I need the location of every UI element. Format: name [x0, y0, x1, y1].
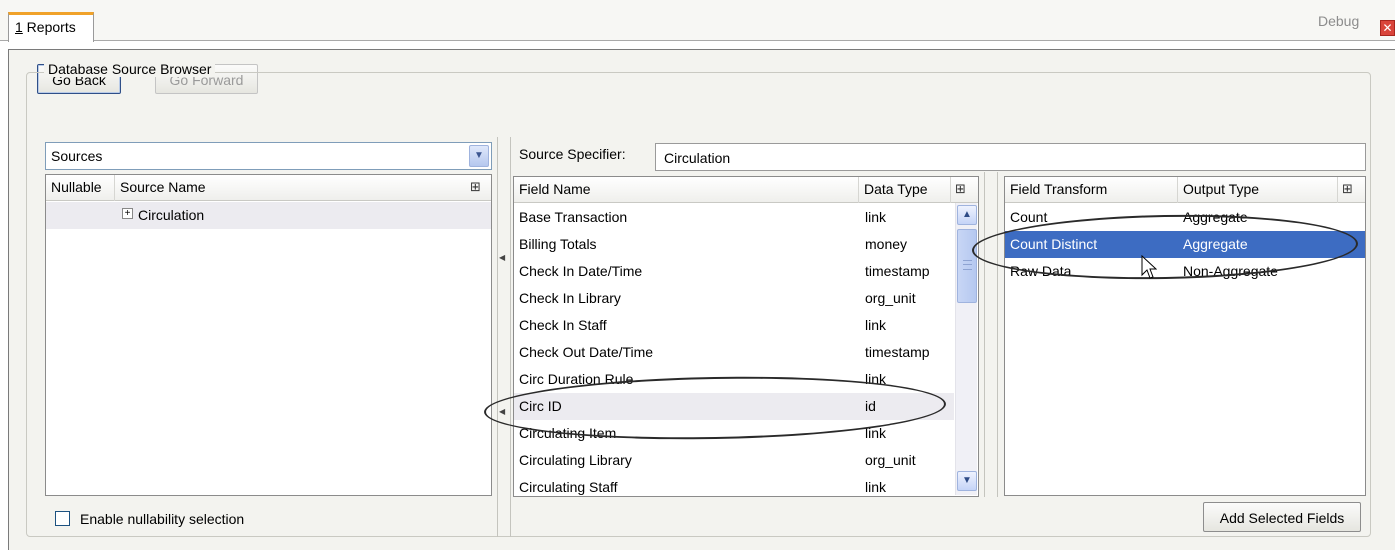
scroll-up-icon[interactable]: ▲	[957, 205, 977, 225]
tab-reports[interactable]: 1 Reports	[8, 12, 94, 42]
field-name-cell: Check In Staff	[519, 317, 607, 333]
splitter-right[interactable]	[984, 172, 998, 497]
column-field-transform[interactable]: Field Transform	[1005, 177, 1178, 203]
collapse-left-icon[interactable]: ◀	[499, 253, 505, 262]
field-name-cell: Check In Date/Time	[519, 263, 643, 279]
column-picker-icon[interactable]: ⊞	[1342, 181, 1353, 197]
field-name-cell: Circulating Staff	[519, 479, 618, 495]
data-type-cell: money	[865, 236, 908, 252]
sources-combo-value: Sources	[51, 148, 103, 164]
expand-plus-icon[interactable]: +	[122, 208, 133, 219]
field-row[interactable]: Check Out Date/Time timestamp	[514, 339, 954, 366]
field-name-cell: Circulating Library	[519, 452, 632, 468]
close-tab-icon[interactable]: ✕	[1380, 20, 1395, 36]
source-specifier-field[interactable]: Circulation	[655, 143, 1366, 171]
source-tree: Nullable Source Name ⊞ + Circulation	[45, 174, 492, 496]
field-row[interactable]: Check In Date/Time timestamp	[514, 258, 954, 285]
field-list-header: Field Name Data Type ⊞	[514, 177, 978, 203]
field-row[interactable]: Check In Staff link	[514, 312, 954, 339]
source-specifier-label: Source Specifier:	[519, 146, 626, 162]
field-row[interactable]: Circulating Staff link	[514, 474, 954, 496]
field-name-cell: Base Transaction	[519, 209, 628, 225]
tab-label: Reports	[22, 19, 76, 35]
column-output-type[interactable]: Output Type	[1178, 177, 1338, 203]
source-tree-header: Nullable Source Name ⊞	[46, 175, 491, 201]
add-selected-fields-button[interactable]: Add Selected Fields	[1203, 502, 1361, 532]
data-type-cell: org_unit	[865, 290, 916, 306]
debug-link[interactable]: Debug	[1318, 13, 1359, 29]
field-list: Field Name Data Type ⊞ Base Transaction l…	[513, 176, 979, 497]
chevron-down-icon[interactable]: ▼	[469, 145, 489, 167]
data-type-cell: link	[865, 317, 887, 333]
column-picker-icon[interactable]: ⊞	[470, 179, 481, 195]
field-row[interactable]: Base Transaction link	[514, 204, 954, 231]
tab-mnemonic: 1	[15, 19, 23, 35]
column-nullable[interactable]: Nullable	[46, 175, 115, 201]
field-name-cell: Check Out Date/Time	[519, 344, 654, 360]
column-data-type[interactable]: Data Type	[859, 177, 951, 203]
scroll-thumb[interactable]	[957, 229, 977, 303]
tab-strip: 1 Reports ✕	[0, 0, 1395, 42]
grip-icon	[963, 260, 972, 270]
mouse-cursor-icon	[1141, 255, 1157, 279]
data-type-cell: link	[865, 209, 887, 225]
tree-row-circulation[interactable]: + Circulation	[46, 202, 491, 229]
field-name-cell: Check In Library	[519, 290, 621, 306]
field-row[interactable]: Circulating Library org_unit	[514, 447, 954, 474]
data-type-cell: link	[865, 479, 887, 495]
group-legend: Database Source Browser	[44, 61, 216, 77]
column-picker-icon[interactable]: ⊞	[955, 181, 966, 197]
column-source-name[interactable]: Source Name	[115, 175, 460, 201]
field-name-cell: Billing Totals	[519, 236, 597, 252]
field-row[interactable]: Billing Totals money	[514, 231, 954, 258]
nullability-checkbox[interactable]	[55, 511, 70, 526]
sources-combo[interactable]: Sources ▼	[45, 142, 492, 170]
data-type-cell: timestamp	[865, 263, 930, 279]
nullability-label: Enable nullability selection	[80, 511, 245, 527]
transform-list-header: Field Transform Output Type ⊞	[1005, 177, 1365, 203]
splitter-left[interactable]: ◀ ◀	[497, 137, 511, 537]
transform-name-cell: Count	[1010, 209, 1048, 225]
field-row[interactable]: Check In Library org_unit	[514, 285, 954, 312]
column-field-name[interactable]: Field Name	[514, 177, 859, 203]
data-type-cell: timestamp	[865, 344, 930, 360]
data-type-cell: org_unit	[865, 452, 916, 468]
tree-node-label: Circulation	[138, 207, 205, 223]
scroll-down-icon[interactable]: ▼	[957, 471, 977, 491]
